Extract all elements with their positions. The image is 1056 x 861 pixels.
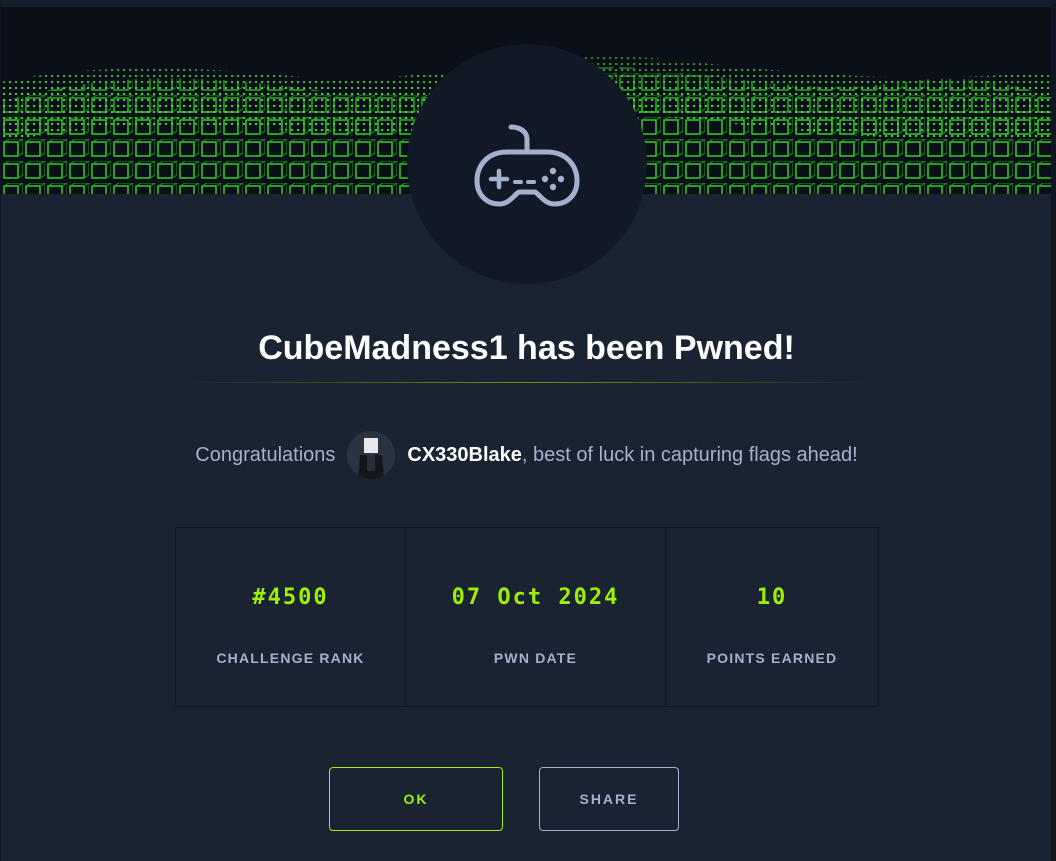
congrats-message: Congratulations CX330Blake , best of luc…: [1, 431, 1051, 479]
stat-challenge-rank: #4500 CHALLENGE RANK: [176, 528, 406, 706]
stat-value: 10: [756, 585, 788, 610]
user-avatar-image: [347, 431, 396, 479]
stat-points-earned: 10 POINTS EARNED: [666, 528, 878, 706]
username-link[interactable]: CX330Blake: [407, 444, 522, 467]
ok-button[interactable]: OK: [329, 767, 503, 831]
stat-pwn-date: 07 Oct 2024 PWN DATE: [406, 528, 666, 706]
stat-label: PWN DATE: [493, 650, 578, 666]
user-avatar[interactable]: [347, 431, 396, 479]
congrats-prefix: Congratulations: [195, 443, 336, 466]
stat-value: 07 Oct 2024: [451, 585, 620, 610]
modal-title: CubeMadness1 has been Pwned!: [258, 329, 795, 367]
stat-value: #4500: [252, 585, 329, 610]
gamepad-icon: [474, 124, 580, 207]
congrats-suffix: , best of luck in capturing flags ahead!: [521, 443, 858, 466]
stats-panel: #4500 CHALLENGE RANK 07 Oct 2024 PWN DAT…: [175, 527, 879, 707]
stat-label: CHALLENGE RANK: [216, 650, 365, 666]
stat-label: POINTS EARNED: [706, 650, 838, 666]
pwned-modal: CubeMadness1 has been Pwned! Congratulat…: [0, 0, 1056, 861]
share-button[interactable]: SHARE: [539, 767, 679, 831]
title-divider: [181, 382, 871, 383]
challenge-avatar: [407, 44, 647, 284]
